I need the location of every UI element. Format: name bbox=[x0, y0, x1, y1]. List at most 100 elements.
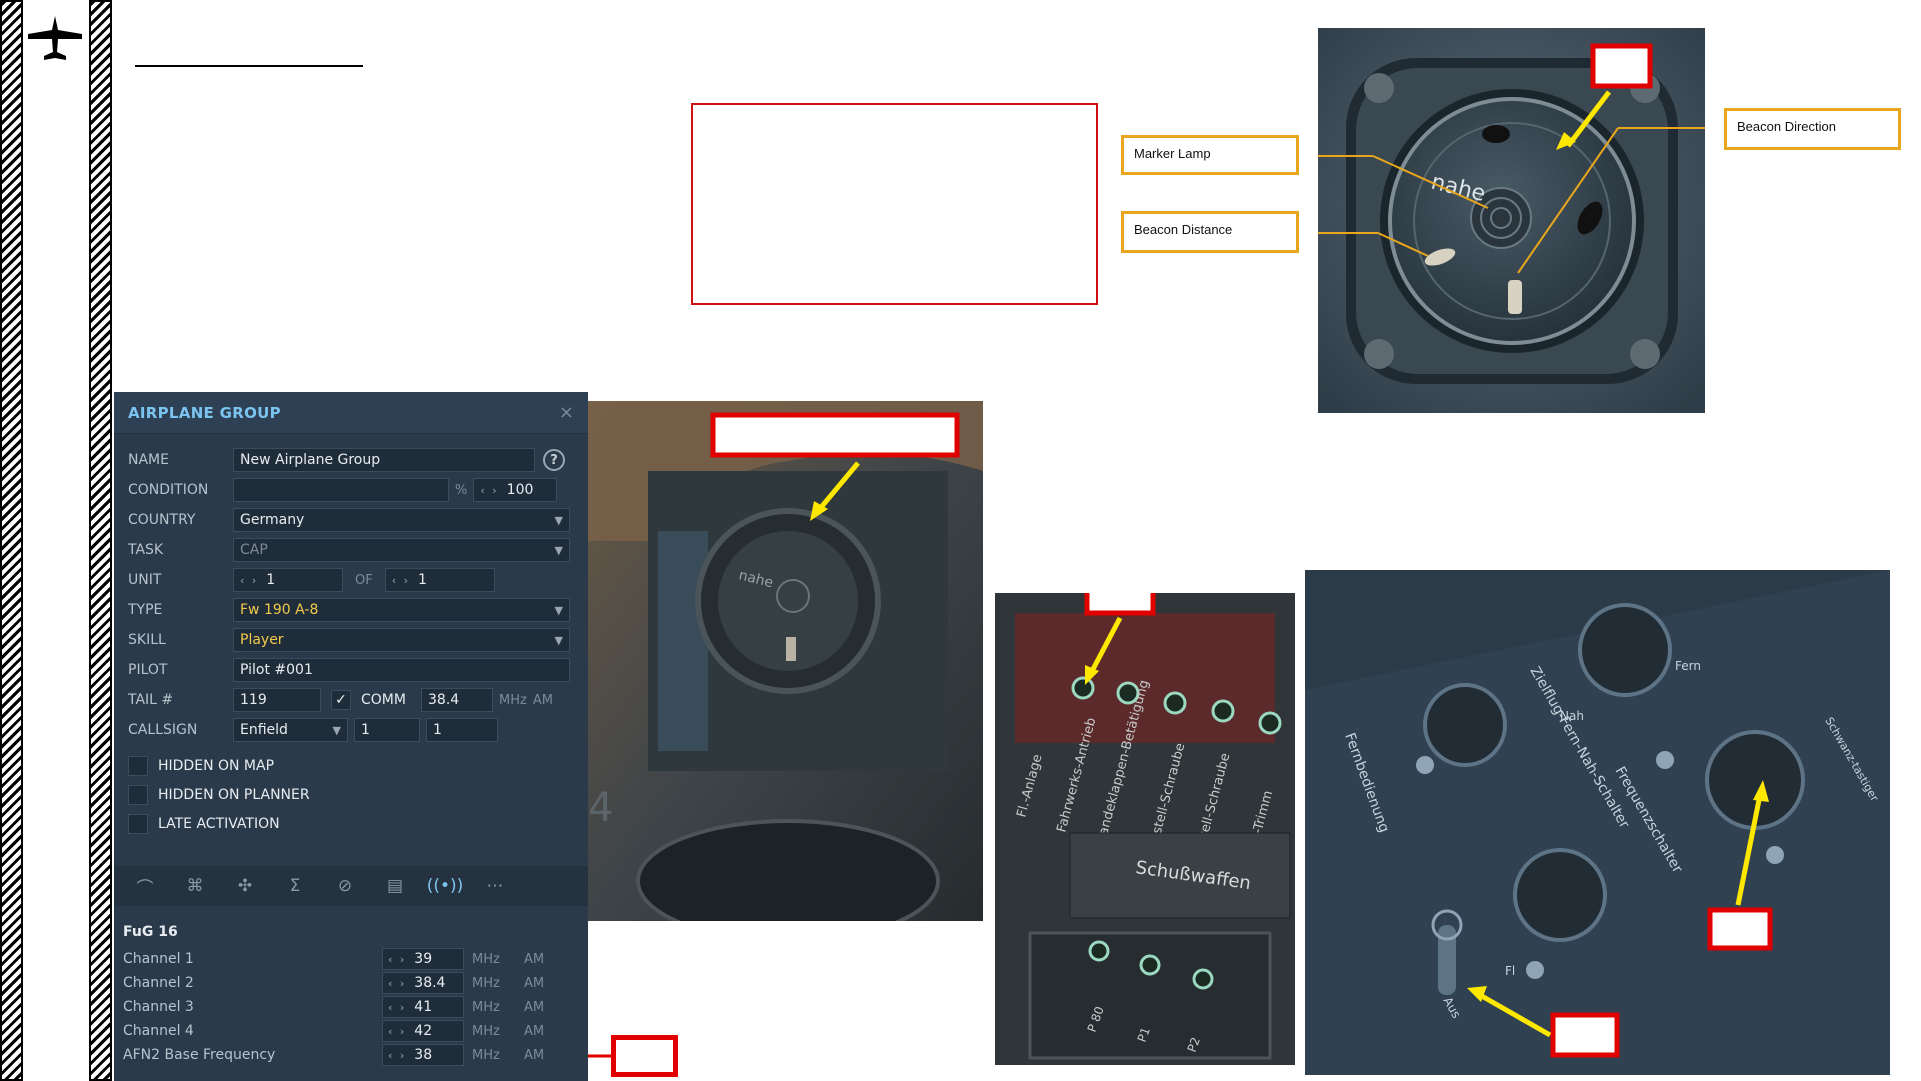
name-input[interactable]: New Airplane Group bbox=[233, 448, 535, 472]
help-icon[interactable]: ? bbox=[543, 449, 565, 471]
chevron-down-icon: ▼ bbox=[332, 723, 341, 737]
channel-row: Channel 3 ‹ › 41 MHz AM bbox=[123, 996, 583, 1018]
country-select[interactable]: Germany ▼ bbox=[233, 508, 570, 532]
hidden-on-planner-row[interactable]: HIDDEN ON PLANNER bbox=[128, 783, 310, 807]
fug16-title: FuG 16 bbox=[123, 924, 178, 940]
panel-tab-bar: ⌒ ⌘ ✣ Σ ⊘ ▤ ((•)) ⋯ bbox=[114, 866, 588, 906]
channel-row: Channel 1 ‹ › 39 MHz AM bbox=[123, 948, 583, 970]
channel-modulation: AM bbox=[524, 975, 545, 991]
type-select[interactable]: Fw 190 A-8 ▼ bbox=[233, 598, 570, 622]
channel-label: Channel 1 bbox=[123, 951, 194, 967]
channel-unit: MHz bbox=[472, 999, 500, 1015]
callsign-select[interactable]: Enfield ▼ bbox=[233, 718, 348, 742]
afn2-base-frequency-input[interactable]: ‹ › 38 bbox=[382, 1044, 464, 1066]
callsign-number-1[interactable]: 1 bbox=[354, 718, 420, 742]
skill-label: SKILL bbox=[128, 632, 166, 648]
summary-icon[interactable]: Σ bbox=[270, 866, 320, 906]
condition-input[interactable] bbox=[233, 478, 449, 502]
radio-control-panel-photo: Fernbedienung Zielflug-Fern-Nah-Schalter… bbox=[1305, 570, 1890, 1075]
callsign-label: CALLSIGN bbox=[128, 722, 198, 738]
channel-unit: MHz bbox=[472, 1023, 500, 1039]
left-border-hatch bbox=[0, 0, 23, 1081]
channel-label: Channel 4 bbox=[123, 1023, 194, 1039]
channel-label: AFN2 Base Frequency bbox=[123, 1047, 276, 1063]
stepper-arrows-icon: ‹ › bbox=[391, 573, 411, 587]
unit-row: UNIT ‹ › 1 OF ‹ › 1 bbox=[128, 568, 495, 592]
switch-panel-photo: Fl.-Anlage Fahrwerks-Antrieb Landeklappe… bbox=[995, 593, 1295, 1065]
channel-label: Channel 3 bbox=[123, 999, 194, 1015]
channel-modulation: AM bbox=[524, 1023, 545, 1039]
airplane-group-panel: AIRPLANE GROUP × NAME New Airplane Group… bbox=[114, 392, 588, 1081]
empty-red-frame bbox=[691, 103, 1098, 305]
livery-icon[interactable]: ▤ bbox=[370, 866, 420, 906]
more-icon[interactable]: ⋯ bbox=[470, 866, 520, 906]
channel-unit: MHz bbox=[472, 951, 500, 967]
hidden-on-map-label: HIDDEN ON MAP bbox=[158, 758, 275, 774]
chevron-down-icon: ▼ bbox=[554, 513, 563, 527]
channel-4-input[interactable]: ‹ › 42 bbox=[382, 1020, 464, 1042]
inner-border-hatch bbox=[89, 0, 112, 1081]
condition-stepper[interactable]: ‹ › 100 bbox=[473, 478, 558, 502]
unit-stepper[interactable]: ‹ › 1 bbox=[233, 568, 343, 592]
pilot-label: PILOT bbox=[128, 662, 168, 678]
callsign-row: CALLSIGN Enfield ▼ 1 1 bbox=[128, 718, 498, 742]
task-select[interactable]: CAP ▼ bbox=[233, 538, 570, 562]
stepper-arrows-icon: ‹ › bbox=[388, 952, 407, 966]
hidden-on-planner-label: HIDDEN ON PLANNER bbox=[158, 787, 310, 803]
type-row: TYPE Fw 190 A-8 ▼ bbox=[128, 598, 570, 622]
route-icon[interactable]: ⌒ bbox=[120, 866, 170, 906]
channel-1-input[interactable]: ‹ › 39 bbox=[382, 948, 464, 970]
stepper-arrows-icon: ‹ › bbox=[388, 1048, 407, 1062]
skill-select[interactable]: Player ▼ bbox=[233, 628, 570, 652]
task-row: TASK CAP ▼ bbox=[128, 538, 570, 562]
channel-unit: MHz bbox=[472, 1047, 500, 1063]
pilot-row: PILOT Pilot #001 bbox=[128, 658, 570, 682]
pilot-input[interactable]: Pilot #001 bbox=[233, 658, 570, 682]
unit-of-stepper[interactable]: ‹ › 1 bbox=[384, 568, 495, 592]
channel-modulation: AM bbox=[524, 1047, 545, 1063]
channel-modulation: AM bbox=[524, 999, 545, 1015]
hidden-on-planner-checkbox[interactable] bbox=[128, 785, 148, 805]
name-row: NAME New Airplane Group ? bbox=[128, 448, 565, 472]
name-label: NAME bbox=[128, 452, 169, 468]
airplane-logo-icon bbox=[28, 16, 82, 60]
chevron-down-icon: ▼ bbox=[554, 543, 563, 557]
beacon-distance-callout: Beacon Distance bbox=[1121, 211, 1299, 253]
stepper-arrows-icon: ‹ › bbox=[240, 573, 259, 587]
tail-input[interactable]: 119 bbox=[233, 688, 321, 712]
late-activation-row[interactable]: LATE ACTIVATION bbox=[128, 812, 280, 836]
afn2-red-marker bbox=[611, 1035, 678, 1077]
payload-icon[interactable]: ✣ bbox=[220, 866, 270, 906]
late-activation-label: LATE ACTIVATION bbox=[158, 816, 280, 832]
comm-checkbox[interactable]: ✓ bbox=[331, 690, 351, 710]
chevron-down-icon: ▼ bbox=[554, 633, 563, 647]
callsign-number-2[interactable]: 1 bbox=[426, 718, 498, 742]
channel-modulation: AM bbox=[524, 951, 545, 967]
channel-row: AFN2 Base Frequency ‹ › 38 MHz AM bbox=[123, 1044, 583, 1066]
channel-3-input[interactable]: ‹ › 41 bbox=[382, 996, 464, 1018]
unit-label: UNIT bbox=[128, 572, 162, 588]
comm-modulation: AM bbox=[532, 692, 553, 708]
channel-row: Channel 2 ‹ › 38.4 MHz AM bbox=[123, 972, 583, 994]
hidden-on-map-checkbox[interactable] bbox=[128, 756, 148, 776]
tail-row: TAIL # 119 ✓ COMM 38.4 MHz AM bbox=[128, 688, 553, 712]
skill-row: SKILL Player ▼ bbox=[128, 628, 570, 652]
channel-2-input[interactable]: ‹ › 38.4 bbox=[382, 972, 464, 994]
type-label: TYPE bbox=[128, 602, 163, 618]
title-underline bbox=[135, 65, 363, 67]
late-activation-checkbox[interactable] bbox=[128, 814, 148, 834]
radio-icon[interactable]: ((•)) bbox=[420, 866, 470, 906]
panel-header: AIRPLANE GROUP × bbox=[114, 392, 588, 434]
country-row: COUNTRY Germany ▼ bbox=[128, 508, 570, 532]
close-icon[interactable]: × bbox=[559, 402, 574, 423]
failures-icon[interactable]: ⊘ bbox=[320, 866, 370, 906]
unit-of-label: OF bbox=[355, 572, 373, 588]
task-label: TASK bbox=[128, 542, 164, 558]
panel-number-text: 4 bbox=[588, 785, 613, 831]
target-icon[interactable]: ⌘ bbox=[170, 866, 220, 906]
chevron-down-icon: ▼ bbox=[554, 603, 563, 617]
hidden-on-map-row[interactable]: HIDDEN ON MAP bbox=[128, 754, 274, 778]
radio-label-fl: Fl bbox=[1505, 964, 1515, 978]
comm-frequency-input[interactable]: 38.4 bbox=[421, 688, 493, 712]
channel-label: Channel 2 bbox=[123, 975, 194, 991]
